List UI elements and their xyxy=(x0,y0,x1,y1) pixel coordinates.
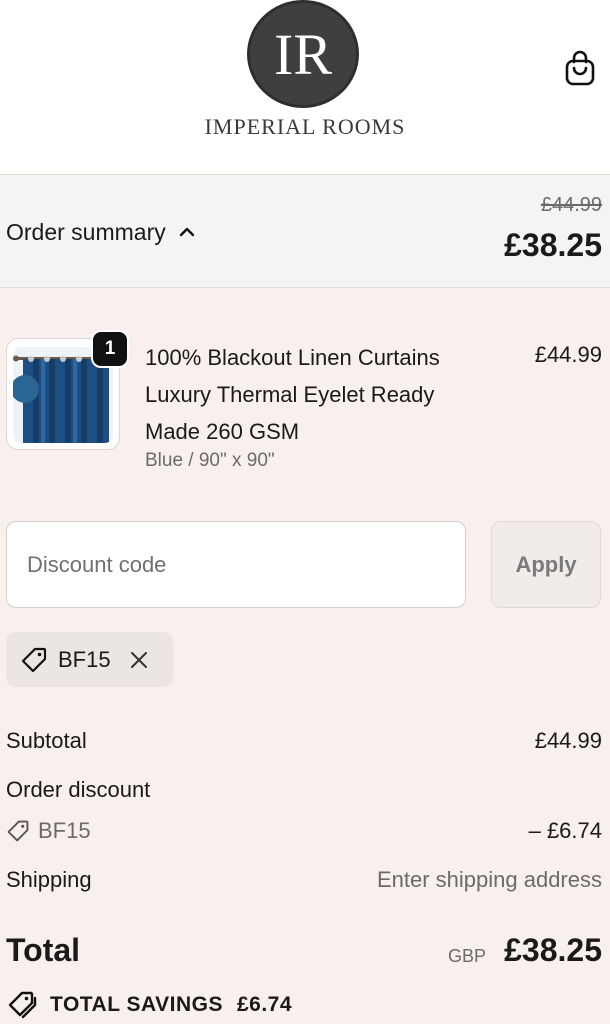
shipping-label: Shipping xyxy=(6,867,92,892)
order-discount-label: Order discount xyxy=(6,777,151,802)
svg-text:IR: IR xyxy=(274,22,332,87)
applied-discount-chip: BF15 xyxy=(6,632,173,687)
quantity-badge: 1 xyxy=(91,330,129,368)
close-icon xyxy=(130,651,147,668)
discount-code-input[interactable] xyxy=(6,521,466,608)
chevron-up-icon xyxy=(179,227,194,237)
total-savings: TOTAL SAVINGS £6.74 xyxy=(6,990,292,1020)
currency-code: GBP xyxy=(447,946,486,966)
imperial-rooms-logo[interactable]: IR IMPERIAL ROOMS xyxy=(190,0,420,150)
order-discount-code-text: BF15 xyxy=(38,818,91,843)
remove-discount-button[interactable] xyxy=(127,648,151,672)
order-summary-toggle[interactable]: Order summary xyxy=(6,216,196,248)
logo-monogram-glyph: IR xyxy=(274,22,332,87)
product-name: 100% Blackout Linen Curtains Luxury Ther… xyxy=(145,345,440,444)
tag-icon xyxy=(21,647,47,672)
summary-total: £38.25 xyxy=(504,227,602,263)
applied-discount-code: BF15 xyxy=(58,646,111,672)
order-discount-value: – £6.74 xyxy=(528,818,602,843)
product-variant: Blue / 90" x 90" xyxy=(145,450,275,471)
original-price: £44.99 xyxy=(540,194,602,216)
order-discount-code: BF15 xyxy=(6,818,91,844)
tag-icon xyxy=(7,820,29,842)
total-savings-value: £6.74 xyxy=(236,993,293,1016)
shopping-bag-icon xyxy=(565,50,595,86)
apply-discount-button[interactable]: Apply xyxy=(491,521,601,608)
logo-wordmark: IMPERIAL ROOMS xyxy=(204,114,406,139)
total-savings-label: TOTAL SAVINGS xyxy=(50,993,223,1016)
subtotal-value: £44.99 xyxy=(534,728,602,753)
shipping-value: Enter shipping address xyxy=(376,867,602,892)
product-price: £44.99 xyxy=(534,342,602,367)
total-label: Total xyxy=(6,932,81,968)
subtotal-label: Subtotal xyxy=(6,728,87,753)
site-header: IR IMPERIAL ROOMS xyxy=(0,0,610,175)
grand-total: £38.25 xyxy=(504,932,602,968)
cart-button[interactable] xyxy=(560,46,600,90)
tags-icon xyxy=(8,991,37,1019)
order-summary-label: Order summary xyxy=(6,218,166,245)
logo-monogram-emblem: IR xyxy=(247,0,359,108)
